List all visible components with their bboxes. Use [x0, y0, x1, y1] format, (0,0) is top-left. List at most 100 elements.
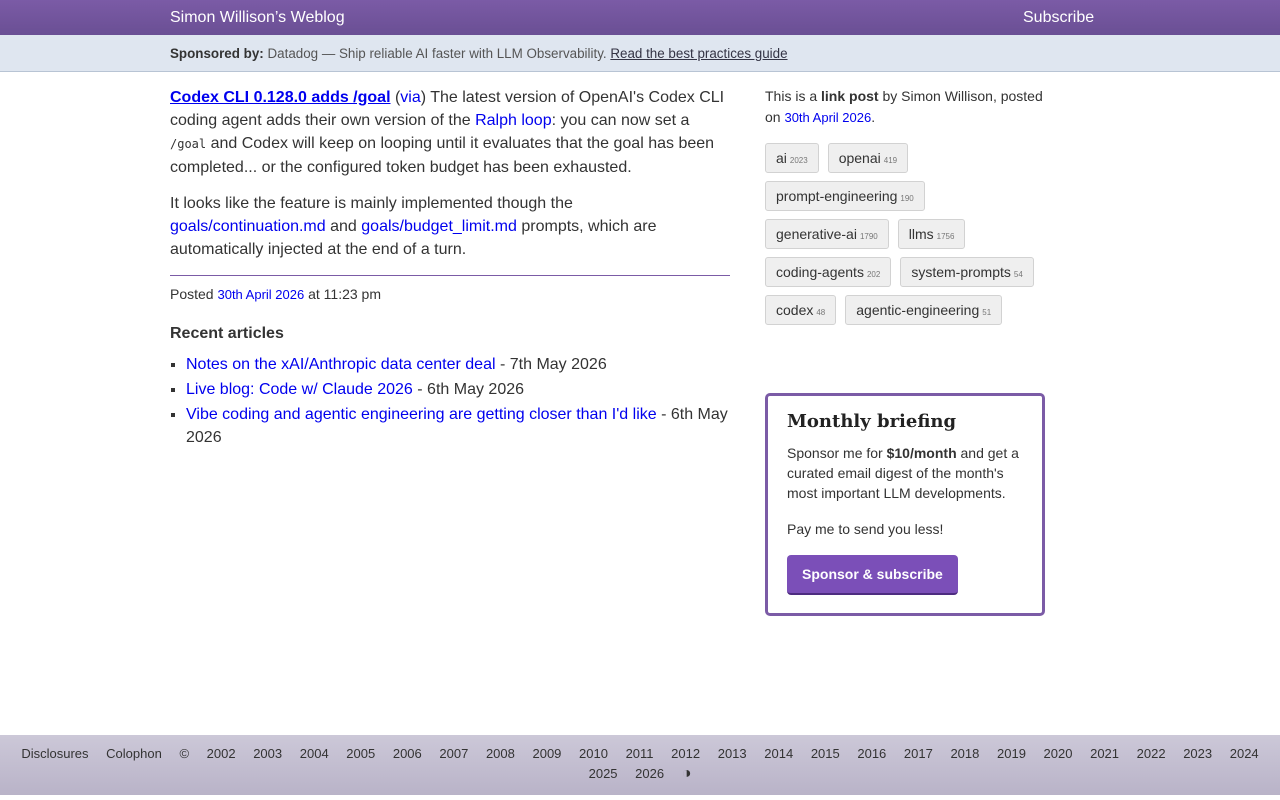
tag-ai[interactable]: ai 2023: [765, 143, 819, 173]
year-link-2022[interactable]: 2022: [1137, 746, 1166, 761]
tag-count: 2023: [789, 156, 808, 165]
sidebar: This is a link post by Simon Willison, p…: [765, 86, 1045, 333]
sponsor-label: Sponsored by:: [170, 46, 264, 61]
year-link-2013[interactable]: 2013: [718, 746, 747, 761]
tag-list: ai 2023 openai 419 prompt-engineering 190 g…: [765, 143, 1045, 333]
post-text: and Codex will keep on looping until it …: [170, 135, 715, 176]
tag-label: ai: [776, 150, 787, 166]
year-link-2010[interactable]: 2010: [579, 746, 608, 761]
year-link-2019[interactable]: 2019: [997, 746, 1026, 761]
sponsor-bar: Sponsored by: Datadog — Ship reliable AI…: [0, 35, 1280, 72]
post-body-paragraph-1: Codex CLI 0.128.0 adds /goal (via) The l…: [170, 89, 725, 176]
goal-code: /goal: [170, 137, 207, 151]
list-item: Live blog: Code w/ Claude 2026 - 6th May…: [186, 378, 730, 401]
meta-post-type: link post: [821, 88, 879, 104]
tag-count: 1790: [859, 232, 878, 241]
briefing-title: Monthly briefing: [787, 411, 957, 432]
continuation-md-link[interactable]: goals/continuation.md: [170, 218, 326, 235]
sponsor-message: Sponsored by: Datadog — Ship reliable AI…: [170, 46, 788, 61]
tag-count: 54: [1013, 270, 1023, 279]
sponsor-subscribe-button[interactable]: Sponsor & subscribe: [787, 555, 958, 595]
recent-article-date: - 6th May 2026: [417, 381, 525, 398]
tag-agentic-engineering[interactable]: agentic-engineering 51: [845, 295, 1003, 325]
main-content: Codex CLI 0.128.0 adds /goal (via) The l…: [170, 86, 730, 451]
recent-articles-heading: Recent articles: [170, 325, 284, 342]
year-link-2011[interactable]: 2011: [626, 746, 654, 761]
recent-article-link[interactable]: Notes on the xAI/Anthropic data center d…: [186, 356, 496, 373]
subscribe-link[interactable]: Subscribe: [1023, 9, 1094, 27]
year-link-2025[interactable]: 2025: [589, 766, 618, 781]
theme-toggle-icon[interactable]: ◑: [682, 765, 692, 782]
tag-count: 419: [883, 156, 898, 165]
tag-label: agentic-engineering: [856, 302, 980, 318]
tag-count: 1756: [936, 232, 955, 241]
tag-label: generative-ai: [776, 226, 857, 242]
year-link-2005[interactable]: 2005: [346, 746, 375, 761]
post-meta: This is a link post by Simon Willison, p…: [765, 86, 1045, 128]
tag-generative-ai[interactable]: generative-ai 1790: [765, 219, 889, 249]
disclosures-link[interactable]: Disclosures: [21, 746, 88, 761]
meta-date-link[interactable]: 30th April 2026: [784, 110, 871, 125]
year-link-2012[interactable]: 2012: [671, 746, 700, 761]
posted-time: at 11:23 pm: [308, 286, 382, 302]
posted-date-link[interactable]: 30th April 2026: [217, 287, 304, 302]
year-link-2014[interactable]: 2014: [764, 746, 793, 761]
year-link-2018[interactable]: 2018: [950, 746, 979, 761]
via-link[interactable]: via: [400, 89, 420, 106]
budget-limit-md-link[interactable]: goals/budget_limit.md: [361, 218, 517, 235]
year-link-2007[interactable]: 2007: [439, 746, 468, 761]
year-link-2017[interactable]: 2017: [904, 746, 933, 761]
tag-system-prompts[interactable]: system-prompts 54: [900, 257, 1034, 287]
recent-article-link[interactable]: Vibe coding and agentic engineering are …: [186, 406, 657, 423]
recent-article-link[interactable]: Live blog: Code w/ Claude 2026: [186, 381, 413, 398]
posted-line: Posted 30th April 2026 at 11:23 pm: [170, 275, 730, 305]
list-item: Notes on the xAI/Anthropic data center d…: [186, 353, 730, 376]
year-link-2006[interactable]: 2006: [393, 746, 422, 761]
monthly-briefing-box: Monthly briefing Sponsor me for $10/mont…: [765, 393, 1045, 616]
colophon-link[interactable]: Colophon: [106, 746, 162, 761]
post-body-paragraph-2: It looks like the feature is mainly impl…: [170, 192, 730, 261]
year-link-2026[interactable]: 2026: [635, 766, 664, 781]
year-link-2009[interactable]: 2009: [532, 746, 561, 761]
year-link-2015[interactable]: 2015: [811, 746, 840, 761]
tag-prompt-engineering[interactable]: prompt-engineering 190: [765, 181, 925, 211]
year-link-2020[interactable]: 2020: [1044, 746, 1073, 761]
ralph-loop-link[interactable]: Ralph loop: [475, 112, 552, 129]
posted-label: Posted: [170, 286, 214, 302]
tag-label: system-prompts: [911, 264, 1011, 280]
post-text: It looks like the feature is mainly impl…: [170, 195, 573, 212]
year-link-2003[interactable]: 2003: [253, 746, 282, 761]
tag-openai[interactable]: openai 419: [827, 143, 909, 173]
year-link-2016[interactable]: 2016: [857, 746, 886, 761]
tag-coding-agents[interactable]: coding-agents 202: [765, 257, 892, 287]
tag-label: llms: [908, 226, 934, 242]
year-link-2023[interactable]: 2023: [1183, 746, 1212, 761]
tag-count: 51: [982, 308, 992, 317]
year-link-2002[interactable]: 2002: [207, 746, 236, 761]
site-title-link[interactable]: Simon Willison’s Weblog: [170, 9, 345, 27]
list-item: Vibe coding and agentic engineering are …: [186, 403, 730, 449]
tag-codex[interactable]: codex 48: [765, 295, 837, 325]
post-text: and: [330, 218, 357, 235]
tag-llms[interactable]: llms 1756: [897, 219, 966, 249]
post-title-link[interactable]: Codex CLI 0.128.0 adds /goal: [170, 89, 391, 106]
year-link-2008[interactable]: 2008: [486, 746, 515, 761]
tag-count: 202: [866, 270, 881, 279]
sponsor-text: Datadog — Ship reliable AI faster with L…: [267, 46, 607, 61]
year-link-2024[interactable]: 2024: [1230, 746, 1259, 761]
sponsor-guide-link[interactable]: Read the best practices guide: [610, 46, 787, 61]
year-link-2021[interactable]: 2021: [1090, 746, 1119, 761]
tag-count: 190: [900, 194, 914, 203]
copyright-symbol: ©: [179, 746, 190, 761]
tag-label: codex: [776, 302, 814, 318]
year-link-2004[interactable]: 2004: [300, 746, 329, 761]
site-header: Simon Willison’s Weblog Subscribe: [0, 0, 1280, 35]
tag-count: 48: [816, 308, 826, 317]
recent-article-date: - 7th May 2026: [499, 356, 607, 373]
tag-label: coding-agents: [776, 264, 864, 280]
meta-end: .: [871, 109, 876, 125]
meta-prefix: This is a: [765, 88, 818, 104]
tag-label: openai: [838, 150, 881, 166]
briefing-description: Sponsor me for $10/month and get a curat…: [787, 443, 1023, 503]
briefing-text: Sponsor me for: [787, 445, 883, 461]
